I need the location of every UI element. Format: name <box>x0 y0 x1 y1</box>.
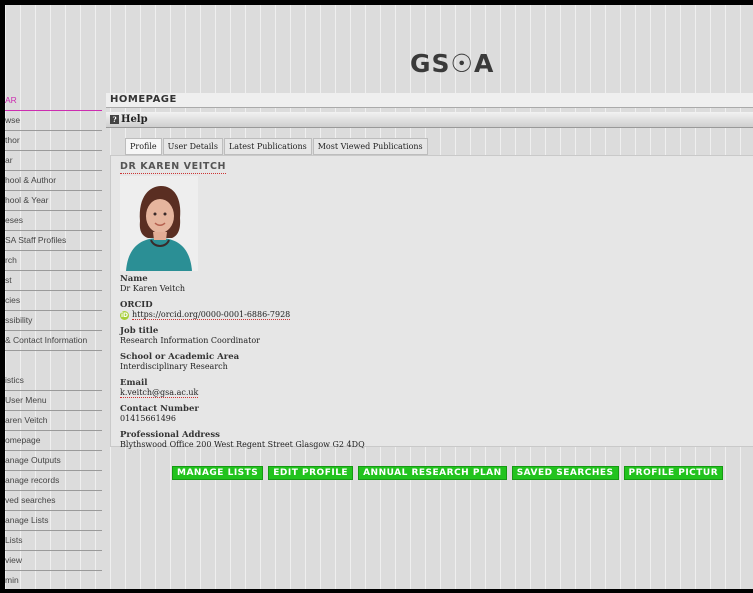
address-value: Blythswood Office 200 West Regent Street… <box>120 440 365 449</box>
school-label: School or Academic Area <box>120 352 240 362</box>
name-label: Name <box>120 274 148 284</box>
action-buttons: MANAGE LISTS EDIT PROFILE ANNUAL RESEARC… <box>172 466 724 480</box>
school-value: Interdisciplinary Research <box>120 362 228 371</box>
sidebar-item[interactable]: & Contact Information <box>5 331 102 351</box>
sidebar-item[interactable]: omepage <box>5 431 102 451</box>
job-title-value: Research Information Coordinator <box>120 336 260 345</box>
address-label: Professional Address <box>120 430 220 440</box>
sidebar-item[interactable]: aren Veitch <box>5 411 102 431</box>
profile-tabs: Profile User Details Latest Publications… <box>125 138 429 155</box>
sidebar: AR wse thor ar hool & Author hool & Year eses S… <box>5 91 102 589</box>
sidebar-item[interactable]: ved searches <box>5 491 102 511</box>
email-row: k.veitch@gsa.ac.uk <box>120 388 365 398</box>
sidebar-item[interactable]: st <box>5 271 102 291</box>
help-label: Help <box>121 114 148 125</box>
help-icon: ? <box>110 115 119 124</box>
profile-fields: Name Dr Karen Veitch ORCID iD https://orc… <box>120 274 365 456</box>
contact-number-label: Contact Number <box>120 404 199 414</box>
sidebar-item[interactable]: anage Outputs <box>5 451 102 471</box>
sidebar-item[interactable]: User Menu <box>5 391 102 411</box>
sidebar-item[interactable]: view <box>5 551 102 571</box>
manage-lists-button[interactable]: MANAGE LISTS <box>172 466 264 480</box>
sidebar-item[interactable]: Lists <box>5 531 102 551</box>
profile-panel: DR KAREN VEITCH Name Dr Karen Veitch ORC… <box>110 155 753 449</box>
sidebar-item[interactable]: anage Lists <box>5 511 102 531</box>
sidebar-item[interactable]: SA Staff Profiles <box>5 231 102 251</box>
tab-user-details[interactable]: User Details <box>162 138 223 155</box>
gsa-logo: GS☉A <box>410 49 495 78</box>
orcid-icon: iD <box>120 310 129 320</box>
page-title: HOMEPAGE <box>106 93 753 108</box>
sidebar-item[interactable]: anage records <box>5 471 102 491</box>
edit-profile-button[interactable]: EDIT PROFILE <box>268 466 354 480</box>
sidebar-item[interactable]: ssibility <box>5 311 102 331</box>
tab-most-viewed-publications[interactable]: Most Viewed Publications <box>312 138 428 155</box>
help-bar[interactable]: ? Help <box>106 112 753 128</box>
profile-heading: DR KAREN VEITCH <box>120 161 227 174</box>
job-title-label: Job title <box>120 326 159 336</box>
email-link[interactable]: k.veitch@gsa.ac.uk <box>120 388 199 398</box>
sidebar-item[interactable]: min <box>5 571 102 589</box>
sidebar-item[interactable]: eses <box>5 211 102 231</box>
email-label: Email <box>120 378 148 388</box>
orcid-label: ORCID <box>120 300 153 310</box>
sidebar-item[interactable]: rch <box>5 251 102 271</box>
orcid-link[interactable]: https://orcid.org/0000-0001-6886-7928 <box>132 310 291 320</box>
sidebar-item[interactable]: wse <box>5 111 102 131</box>
profile-picture-button[interactable]: PROFILE PICTUR <box>623 466 724 480</box>
contact-number-value: 01415661496 <box>120 414 176 423</box>
sidebar-item[interactable]: cies <box>5 291 102 311</box>
tab-profile[interactable]: Profile <box>125 138 162 155</box>
sidebar-item[interactable]: thor <box>5 131 102 151</box>
sidebar-item[interactable]: istics <box>5 371 102 391</box>
saved-searches-button[interactable]: SAVED SEARCHES <box>511 466 619 480</box>
sidebar-item[interactable]: ar <box>5 151 102 171</box>
orcid-row: iD https://orcid.org/0000-0001-6886-7928 <box>120 310 365 320</box>
sidebar-item[interactable]: hool & Author <box>5 171 102 191</box>
tab-latest-publications[interactable]: Latest Publications <box>223 138 312 155</box>
sidebar-item[interactable]: AR <box>5 91 102 111</box>
annual-research-plan-button[interactable]: ANNUAL RESEARCH PLAN <box>358 466 507 480</box>
main-content: HOMEPAGE ? Help Profile User Details Late… <box>106 93 753 449</box>
sidebar-item[interactable] <box>5 351 102 371</box>
window: GS☉A AR wse thor ar hool & Author hool & Year… <box>5 5 753 589</box>
sidebar-item[interactable]: hool & Year <box>5 191 102 211</box>
profile-photo <box>120 176 198 271</box>
name-value: Dr Karen Veitch <box>120 284 185 293</box>
